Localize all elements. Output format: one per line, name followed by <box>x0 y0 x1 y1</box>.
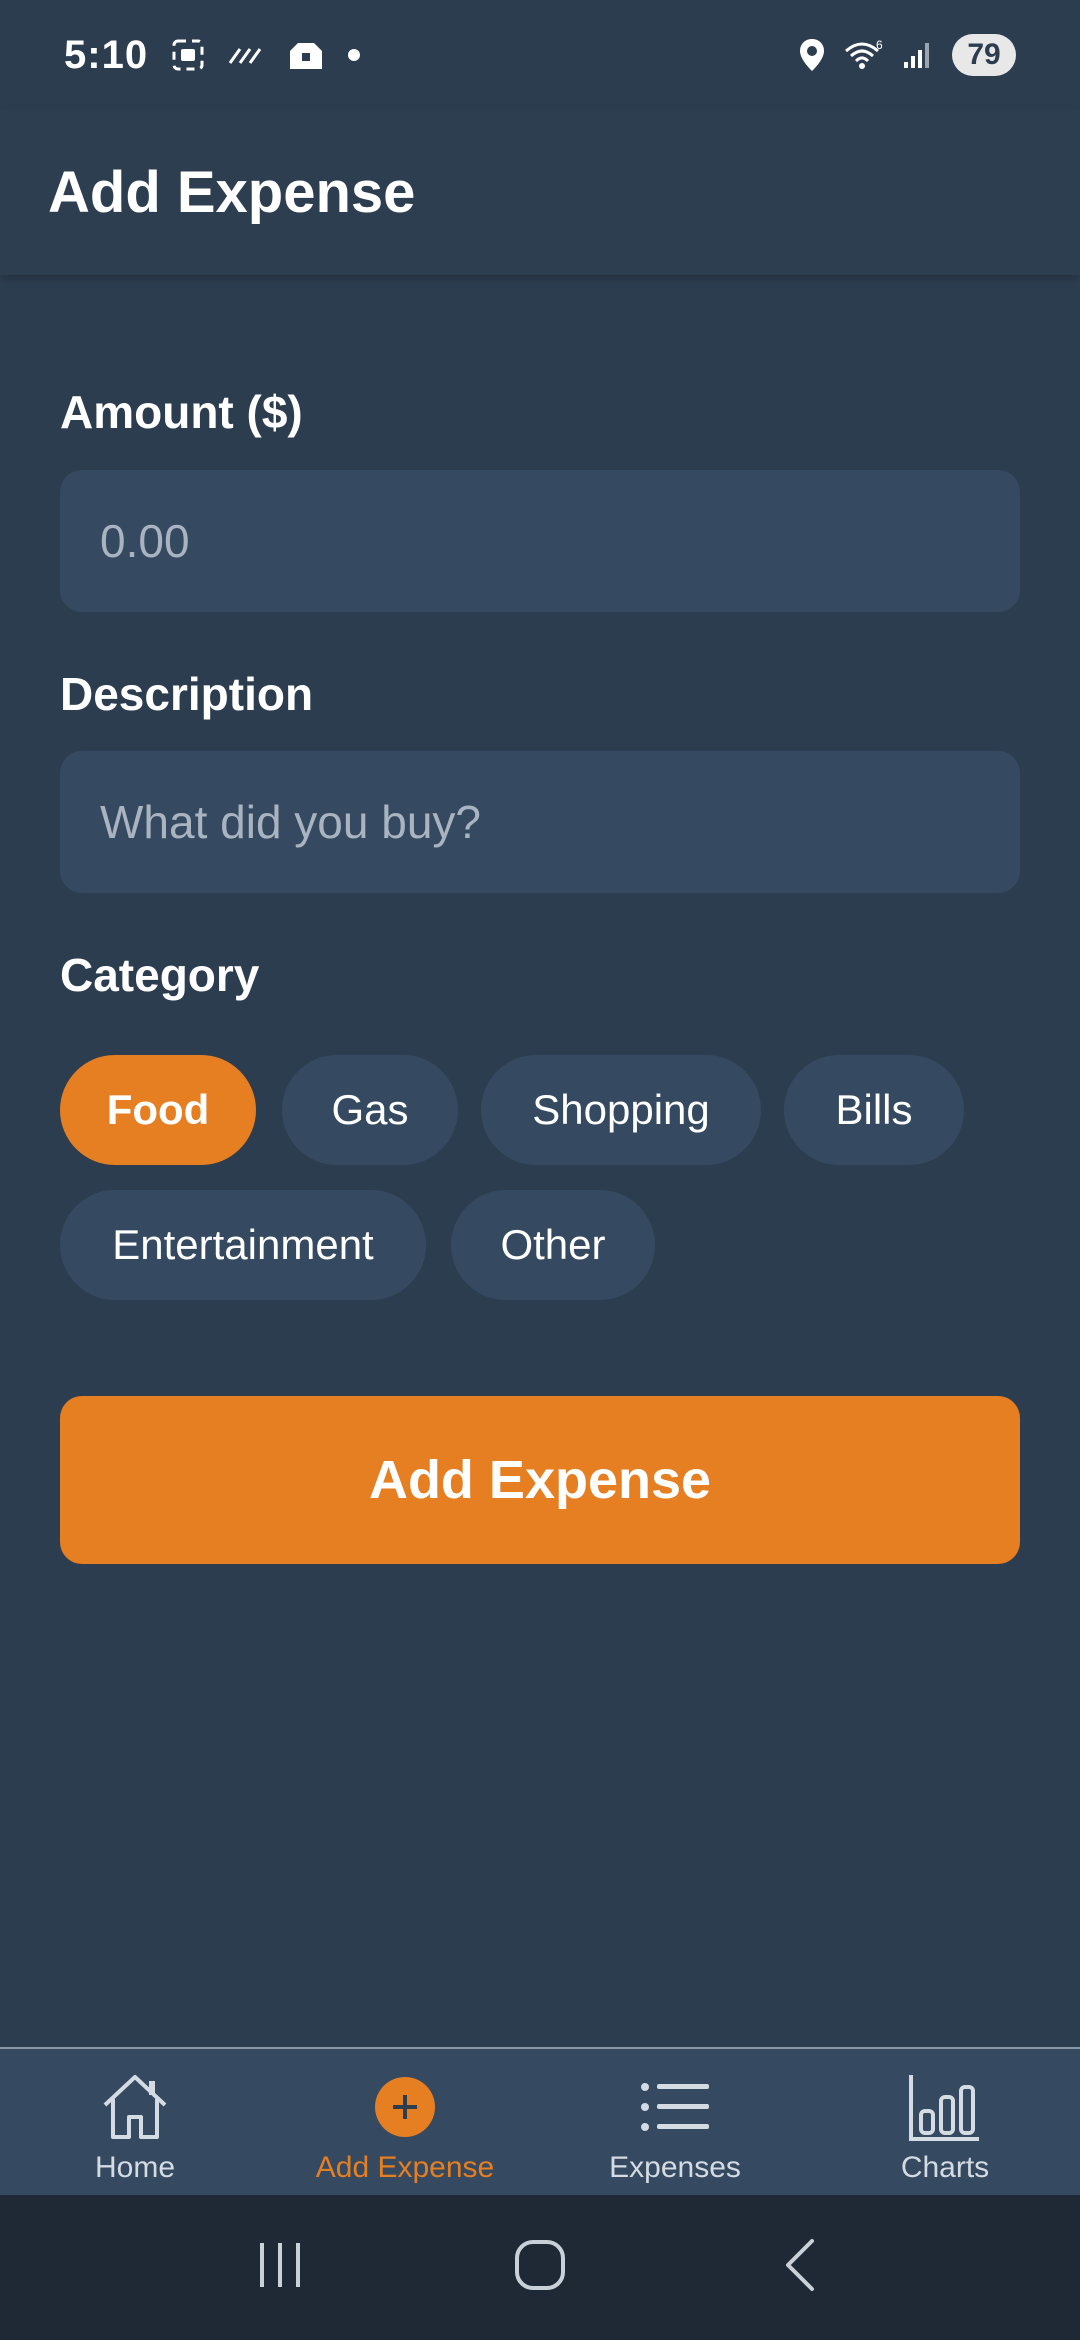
recent-apps-button[interactable] <box>230 2218 330 2318</box>
tab-expenses[interactable]: Expenses <box>540 2049 810 2195</box>
category-chip-food[interactable]: Food <box>60 1055 256 1165</box>
tab-add-expense[interactable]: Add Expense <box>270 2049 540 2195</box>
status-right: 6 79 <box>798 34 1016 76</box>
category-chip-shopping[interactable]: Shopping <box>481 1055 761 1165</box>
status-time: 5:10 <box>64 32 149 77</box>
amount-input[interactable] <box>60 470 1020 612</box>
page-title: Add Expense <box>48 160 416 225</box>
status-bar: 5:10 6 79 <box>0 0 1080 110</box>
category-chip-gas[interactable]: Gas <box>282 1055 458 1165</box>
bottom-tab-bar: Home Add Expense Expenses Charts <box>0 2047 1080 2195</box>
home-button[interactable] <box>490 2218 590 2318</box>
wifi-icon: 6 <box>844 39 884 71</box>
back-button[interactable] <box>750 2218 850 2318</box>
category-chip-bills[interactable]: Bills <box>784 1055 964 1165</box>
list-icon <box>639 2069 711 2145</box>
signal-lines-icon <box>228 43 264 67</box>
back-icon <box>780 2237 820 2298</box>
recent-apps-icon <box>256 2239 304 2296</box>
amount-label: Amount ($) <box>60 386 303 438</box>
tab-home-label: Home <box>94 2151 176 2184</box>
add-circle-icon <box>373 2069 437 2145</box>
status-left: 5:10 <box>64 32 361 78</box>
app-header: Add Expense <box>0 110 1080 275</box>
tab-charts[interactable]: Charts <box>810 2049 1080 2195</box>
screenshot-icon <box>170 37 206 73</box>
tab-charts-label: Charts <box>900 2151 990 2184</box>
tray-icon <box>286 37 326 73</box>
svg-text:6: 6 <box>876 39 883 52</box>
category-chip-entertainment[interactable]: Entertainment <box>60 1190 426 1300</box>
tab-home[interactable]: Home <box>0 2049 270 2195</box>
description-input[interactable] <box>60 751 1020 893</box>
description-label: Description <box>60 668 314 720</box>
home-circle-icon <box>513 2238 567 2297</box>
tab-expenses-label: Expenses <box>609 2151 741 2184</box>
dot-icon <box>348 49 361 61</box>
add-expense-button[interactable]: Add Expense <box>60 1396 1020 1564</box>
home-icon <box>97 2069 173 2145</box>
battery-indicator: 79 <box>952 34 1016 76</box>
bar-chart-icon <box>907 2069 983 2145</box>
category-label: Category <box>60 949 260 1001</box>
cell-signal-icon <box>902 40 934 70</box>
tab-add-expense-label: Add Expense <box>315 2151 495 2184</box>
location-icon <box>798 37 826 73</box>
system-nav-bar <box>0 2195 1080 2340</box>
category-chip-other[interactable]: Other <box>451 1190 655 1300</box>
